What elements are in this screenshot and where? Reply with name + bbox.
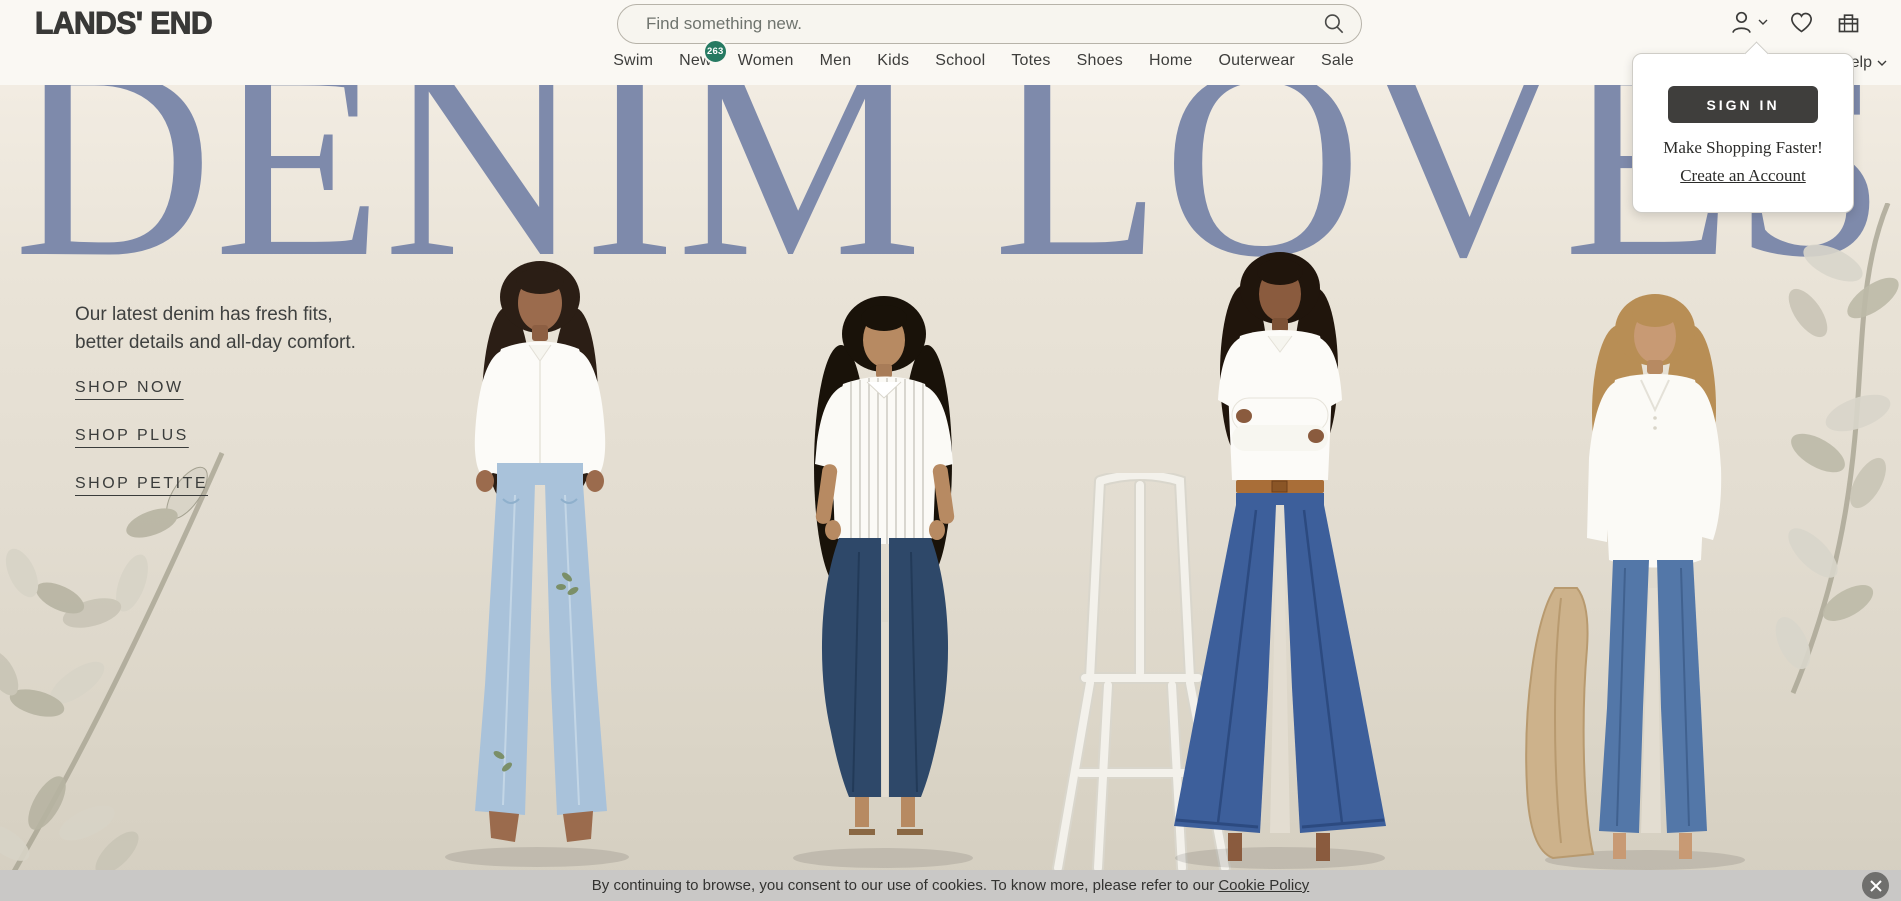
chevron-down-icon (1758, 19, 1768, 26)
hero-copy-block: Our latest denim has fresh fits, better … (75, 301, 356, 493)
shop-plus-link[interactable]: SHOP PLUS (75, 427, 189, 445)
nav-item-school[interactable]: School (935, 52, 985, 70)
cookie-close-button[interactable] (1862, 872, 1889, 899)
nav-item-home[interactable]: Home (1149, 52, 1192, 70)
nav-item-kids[interactable]: Kids (877, 52, 909, 70)
nav-item-women[interactable]: Women (738, 52, 794, 70)
floral-decoration-left (0, 423, 237, 901)
cookie-policy-link[interactable]: Cookie Policy (1218, 877, 1309, 894)
sign-in-button[interactable]: SIGN IN (1668, 86, 1818, 123)
nav-item-swim[interactable]: Swim (613, 52, 653, 70)
hero-tagline-line1: Our latest denim has fresh fits, (75, 301, 356, 329)
nav-item-sale[interactable]: Sale (1321, 52, 1354, 70)
cookie-message: By continuing to browse, you consent to … (592, 877, 1215, 894)
create-account-link[interactable]: Create an Account (1633, 166, 1853, 186)
nav-item-shoes[interactable]: Shoes (1077, 52, 1123, 70)
cookie-banner: By continuing to browse, you consent to … (0, 870, 1901, 901)
wishlist-heart-icon (1788, 9, 1815, 36)
nav-item-men[interactable]: Men (820, 52, 852, 70)
wishlist-button[interactable] (1788, 9, 1815, 36)
chevron-down-icon (1877, 60, 1887, 67)
cart-tote-icon (1835, 9, 1862, 36)
popover-tagline: Make Shopping Faster! (1633, 138, 1853, 158)
shop-now-link[interactable]: SHOP NOW (75, 379, 184, 397)
model-wide-leg-jeans (1140, 248, 1420, 873)
model-light-jeans (415, 255, 665, 870)
shop-petite-link[interactable]: SHOP PETITE (75, 475, 208, 493)
account-icon (1728, 9, 1755, 36)
cart-button[interactable] (1835, 9, 1862, 36)
search-input[interactable] (644, 13, 1321, 35)
search-bar[interactable] (617, 4, 1362, 44)
account-popover: SIGN IN Make Shopping Faster! Create an … (1632, 53, 1854, 213)
search-icon[interactable] (1321, 11, 1347, 37)
hero-tagline-line2: better details and all-day comfort. (75, 329, 356, 357)
nav-item-outerwear[interactable]: Outerwear (1218, 52, 1295, 70)
nav-item-new[interactable]: New263 (679, 52, 712, 70)
lands-end-logo[interactable]: LANDS' END (35, 6, 212, 42)
main-navigation: Swim New263 Women Men Kids School Totes … (0, 52, 1901, 70)
close-icon (1870, 880, 1882, 892)
account-button[interactable] (1728, 9, 1768, 36)
model-striped-shirt (755, 292, 1015, 872)
model-with-coat (1495, 288, 1775, 873)
hero-banner: DENIM LOVES (0, 85, 1901, 901)
new-count-badge: 263 (703, 39, 728, 64)
hero-headline: DENIM LOVES (0, 85, 1901, 299)
nav-item-totes[interactable]: Totes (1011, 52, 1050, 70)
site-header: LANDS' END Swim New26 (0, 0, 1901, 85)
